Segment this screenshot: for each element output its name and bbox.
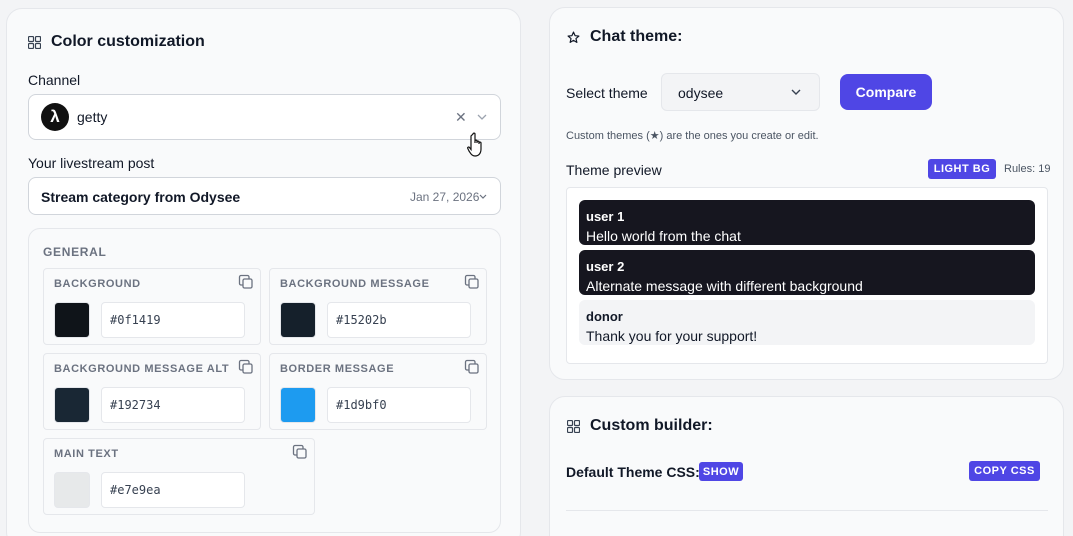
grid-icon <box>28 35 41 49</box>
star-icon <box>567 30 580 43</box>
select-theme-label: Select theme <box>566 85 648 101</box>
livestream-select[interactable]: Stream category from Odysee Jan 27, 2026 <box>28 177 501 215</box>
color-swatch[interactable] <box>54 302 90 338</box>
color-swatch[interactable] <box>54 387 90 423</box>
lambda-glyph: λ <box>50 107 60 126</box>
close-icon[interactable]: ✕ <box>455 109 467 126</box>
chat-theme-header: Chat theme: <box>567 28 682 46</box>
theme-preview-box: user 1 Hello world from the chat user 2 … <box>566 187 1048 364</box>
chat-text: Thank you for your support! <box>586 328 758 344</box>
show-css-button[interactable]: SHOW <box>699 462 743 481</box>
general-section: GENERAL BACKGROUND #0f1419 BACKGROUND ME… <box>28 228 501 533</box>
default-theme-css-label: Default Theme CSS: <box>566 464 700 480</box>
channel-avatar: λ <box>41 103 69 131</box>
field-label: MAIN TEXT <box>54 448 119 460</box>
custom-builder-header: Custom builder: <box>567 417 713 435</box>
channel-value: getty <box>77 109 108 125</box>
divider <box>566 510 1048 511</box>
copy-icon[interactable] <box>464 359 480 375</box>
copy-icon[interactable] <box>292 444 308 460</box>
livestream-date: Jan 27, 2026 <box>410 190 480 204</box>
chat-username: user 2 <box>586 259 625 274</box>
channel-select[interactable]: λ getty ✕ <box>28 94 501 140</box>
field-label: BACKGROUND MESSAGE <box>280 278 430 290</box>
hex-input[interactable]: #15202b <box>327 302 471 338</box>
light-bg-badge[interactable]: LIGHT BG <box>928 159 996 179</box>
custom-builder-card: Custom builder: Default Theme CSS: SHOW … <box>549 396 1064 536</box>
hand-cursor-icon <box>467 132 482 157</box>
chat-message: user 1 Hello world from the chat <box>579 200 1035 245</box>
color-field-border-message: BORDER MESSAGE #1d9bf0 <box>269 353 487 430</box>
field-label: BORDER MESSAGE <box>280 363 395 375</box>
color-swatch[interactable] <box>54 472 90 508</box>
theme-select-value: odysee <box>678 85 724 101</box>
color-customization-card: Color customization Channel λ getty ✕ Yo… <box>6 8 521 536</box>
chat-theme-title: Chat theme: <box>590 28 683 45</box>
custom-themes-helper: Custom themes (★) are the ones you creat… <box>566 130 819 142</box>
hex-input[interactable]: #192734 <box>101 387 245 423</box>
copy-icon[interactable] <box>238 274 254 290</box>
hex-input[interactable]: #0f1419 <box>101 302 245 338</box>
field-label: BACKGROUND <box>54 278 141 290</box>
field-label: BACKGROUND MESSAGE ALT <box>54 363 230 375</box>
color-field-main-text: MAIN TEXT #e7e9ea <box>43 438 315 515</box>
custom-builder-title: Custom builder: <box>590 417 713 434</box>
grid-icon <box>567 419 580 433</box>
chevron-down-icon <box>479 194 487 199</box>
chat-text: Alternate message with different backgro… <box>586 278 863 294</box>
copy-icon[interactable] <box>464 274 480 290</box>
theme-preview-label: Theme preview <box>566 162 662 178</box>
channel-label: Channel <box>28 72 81 88</box>
chat-theme-card: Chat theme: Select theme odysee Compare … <box>549 7 1064 380</box>
color-customization-title: Color customization <box>51 33 205 50</box>
general-heading: GENERAL <box>43 245 107 259</box>
hex-input[interactable]: #e7e9ea <box>101 472 245 508</box>
chevron-down-icon[interactable] <box>477 114 487 121</box>
copy-css-button[interactable]: COPY CSS <box>969 461 1040 481</box>
livestream-value: Stream category from Odysee <box>41 189 241 205</box>
chat-message: donor Thank you for your support! <box>579 300 1035 345</box>
rules-count: Rules: 19 <box>1004 163 1051 175</box>
color-customization-header: Color customization <box>28 33 205 51</box>
color-field-background-message: BACKGROUND MESSAGE #15202b <box>269 268 487 345</box>
color-swatch[interactable] <box>280 302 316 338</box>
hex-input[interactable]: #1d9bf0 <box>327 387 471 423</box>
color-field-background-message-alt: BACKGROUND MESSAGE ALT #192734 <box>43 353 261 430</box>
chat-message: user 2 Alternate message with different … <box>579 250 1035 295</box>
chat-username: donor <box>586 309 623 324</box>
color-field-background: BACKGROUND #0f1419 <box>43 268 261 345</box>
chevron-down-icon <box>791 89 801 95</box>
copy-icon[interactable] <box>238 359 254 375</box>
chat-username: user 1 <box>586 209 625 224</box>
color-swatch[interactable] <box>280 387 316 423</box>
compare-button[interactable]: Compare <box>840 74 932 110</box>
theme-select[interactable]: odysee <box>661 73 820 111</box>
livestream-label: Your livestream post <box>28 155 155 171</box>
chat-text: Hello world from the chat <box>586 228 741 244</box>
